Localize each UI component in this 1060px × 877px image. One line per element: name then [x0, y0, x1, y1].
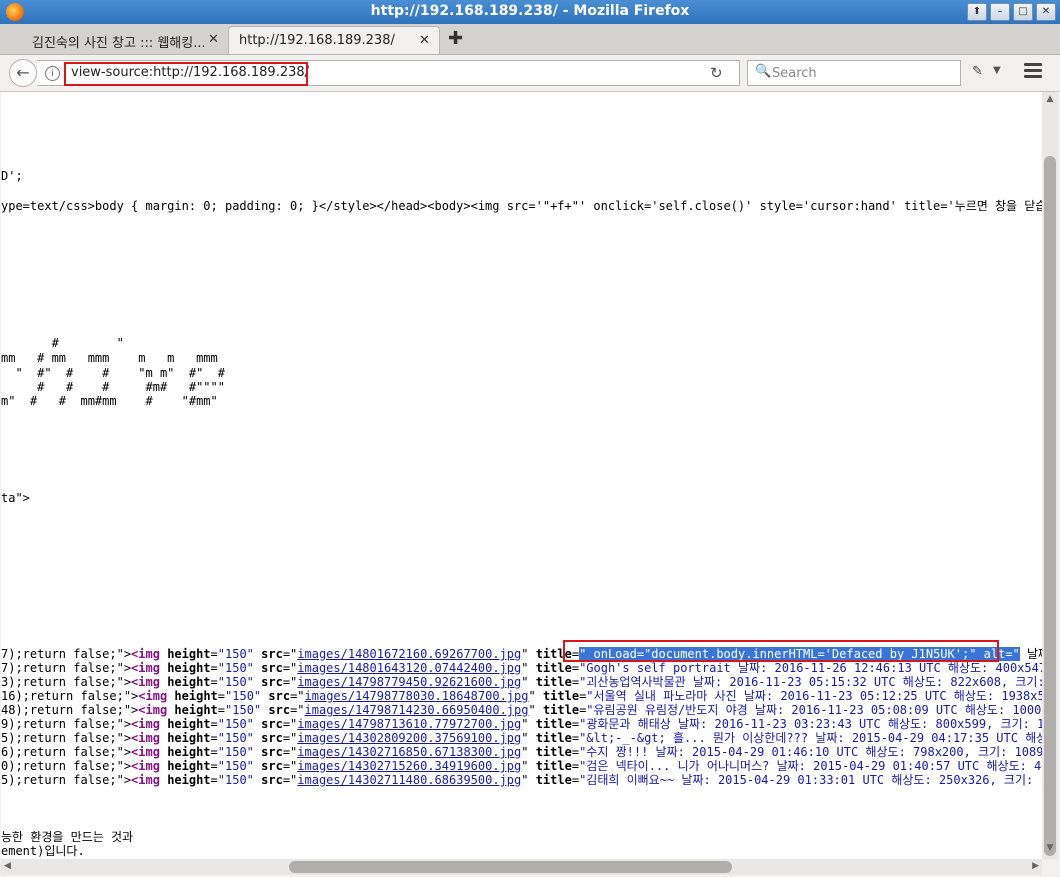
title-bar: http://192.168.189.238/ - Mozilla Firefo…: [0, 0, 1060, 24]
vertical-scrollbar[interactable]: ▲ ▼: [1042, 92, 1058, 859]
addon-icon[interactable]: ✎: [972, 64, 983, 79]
tab-label: 김진숙의 사진 창고 ::: 웹해킹...: [32, 36, 204, 51]
image-link[interactable]: images/14302711480.68639500.jpg: [297, 773, 521, 787]
vertical-scroll-thumb[interactable]: [1044, 156, 1056, 856]
search-icon: 🔍: [755, 64, 772, 79]
height-attr: height: [167, 773, 211, 787]
hamburger-menu-icon[interactable]: [1024, 63, 1042, 81]
ascii-art-line: # # # #m# #"""": [1, 380, 225, 394]
row-prefix: 5);return false;">: [1, 773, 132, 787]
source-line: ement)입니다.: [1, 844, 85, 858]
title-attr: title: [535, 773, 572, 787]
new-tab-button[interactable]: ✚: [448, 28, 463, 49]
ascii-art-line: m" # # mm#mm # "#mm": [1, 394, 218, 408]
scroll-down-icon[interactable]: ▼: [1042, 843, 1058, 857]
scroll-up-icon[interactable]: ▲: [1042, 94, 1058, 108]
window-close-button[interactable]: ✕: [1036, 3, 1056, 21]
horizontal-scrollbar[interactable]: ◀ ▶: [1, 859, 1042, 875]
search-field[interactable]: 🔍 Search: [747, 60, 961, 86]
navigation-toolbar: ← i view-source:http://192.168.189.238/ …: [0, 55, 1060, 92]
scroll-right-icon[interactable]: ▶: [1032, 861, 1039, 871]
tab-bar: 김진숙의 사진 창고 ::: 웹해킹... ✕ http://192.168.1…: [0, 24, 1060, 55]
tab-photo-storage[interactable]: 김진숙의 사진 창고 ::: 웹해킹... ✕: [6, 26, 228, 54]
source-line: ta">: [1, 491, 30, 505]
tab-view-source[interactable]: http://192.168.189.238/ ✕: [228, 26, 440, 54]
page-source-view: D'; ype=text/css>body { margin: 0; paddi…: [1, 92, 1042, 859]
info-icon[interactable]: i: [45, 66, 60, 81]
img-tag: <img: [131, 773, 160, 787]
window-controls: ⬆ – □ ✕: [967, 3, 1056, 21]
src-attr: src: [261, 773, 283, 787]
back-button[interactable]: ←: [9, 59, 37, 87]
search-placeholder: Search: [772, 66, 817, 81]
tab-label: http://192.168.189.238/: [239, 33, 395, 48]
ascii-art-line: mm # mm mmm m m mmm: [1, 351, 218, 365]
reload-icon[interactable]: ↻: [710, 64, 723, 82]
url-bar[interactable]: i view-source:http://192.168.189.238/ ↻: [37, 60, 740, 86]
url-highlight-box: [64, 62, 308, 86]
scroll-left-icon[interactable]: ◀: [4, 861, 11, 871]
horizontal-scroll-thumb[interactable]: [289, 861, 732, 873]
source-line: ype=text/css>body { margin: 0; padding: …: [1, 199, 1042, 213]
ascii-art-line: " #" # # "m m" #" #: [1, 366, 225, 380]
firefox-window: http://192.168.189.238/ - Mozilla Firefo…: [0, 0, 1060, 877]
chevron-down-icon[interactable]: ▼: [993, 65, 1001, 76]
title-value: "김태희 이뻐요~~ 날짜: 2015-04-29 01:33:01 UTC 해…: [579, 773, 1042, 787]
window-maximize-button[interactable]: □: [1013, 3, 1033, 21]
window-title: http://192.168.189.238/ - Mozilla Firefo…: [370, 3, 690, 19]
window-minimize-button[interactable]: –: [990, 3, 1010, 21]
image-source-row: 5);return false;"><img height="150" src=…: [1, 771, 1042, 788]
height-value: "150": [217, 773, 254, 787]
injection-highlight-box: [563, 640, 999, 662]
window-up-button[interactable]: ⬆: [967, 3, 987, 21]
ascii-art-line: # ": [1, 336, 124, 350]
source-line: D';: [1, 169, 23, 183]
close-icon[interactable]: ✕: [419, 33, 430, 48]
close-icon[interactable]: ✕: [208, 32, 219, 47]
